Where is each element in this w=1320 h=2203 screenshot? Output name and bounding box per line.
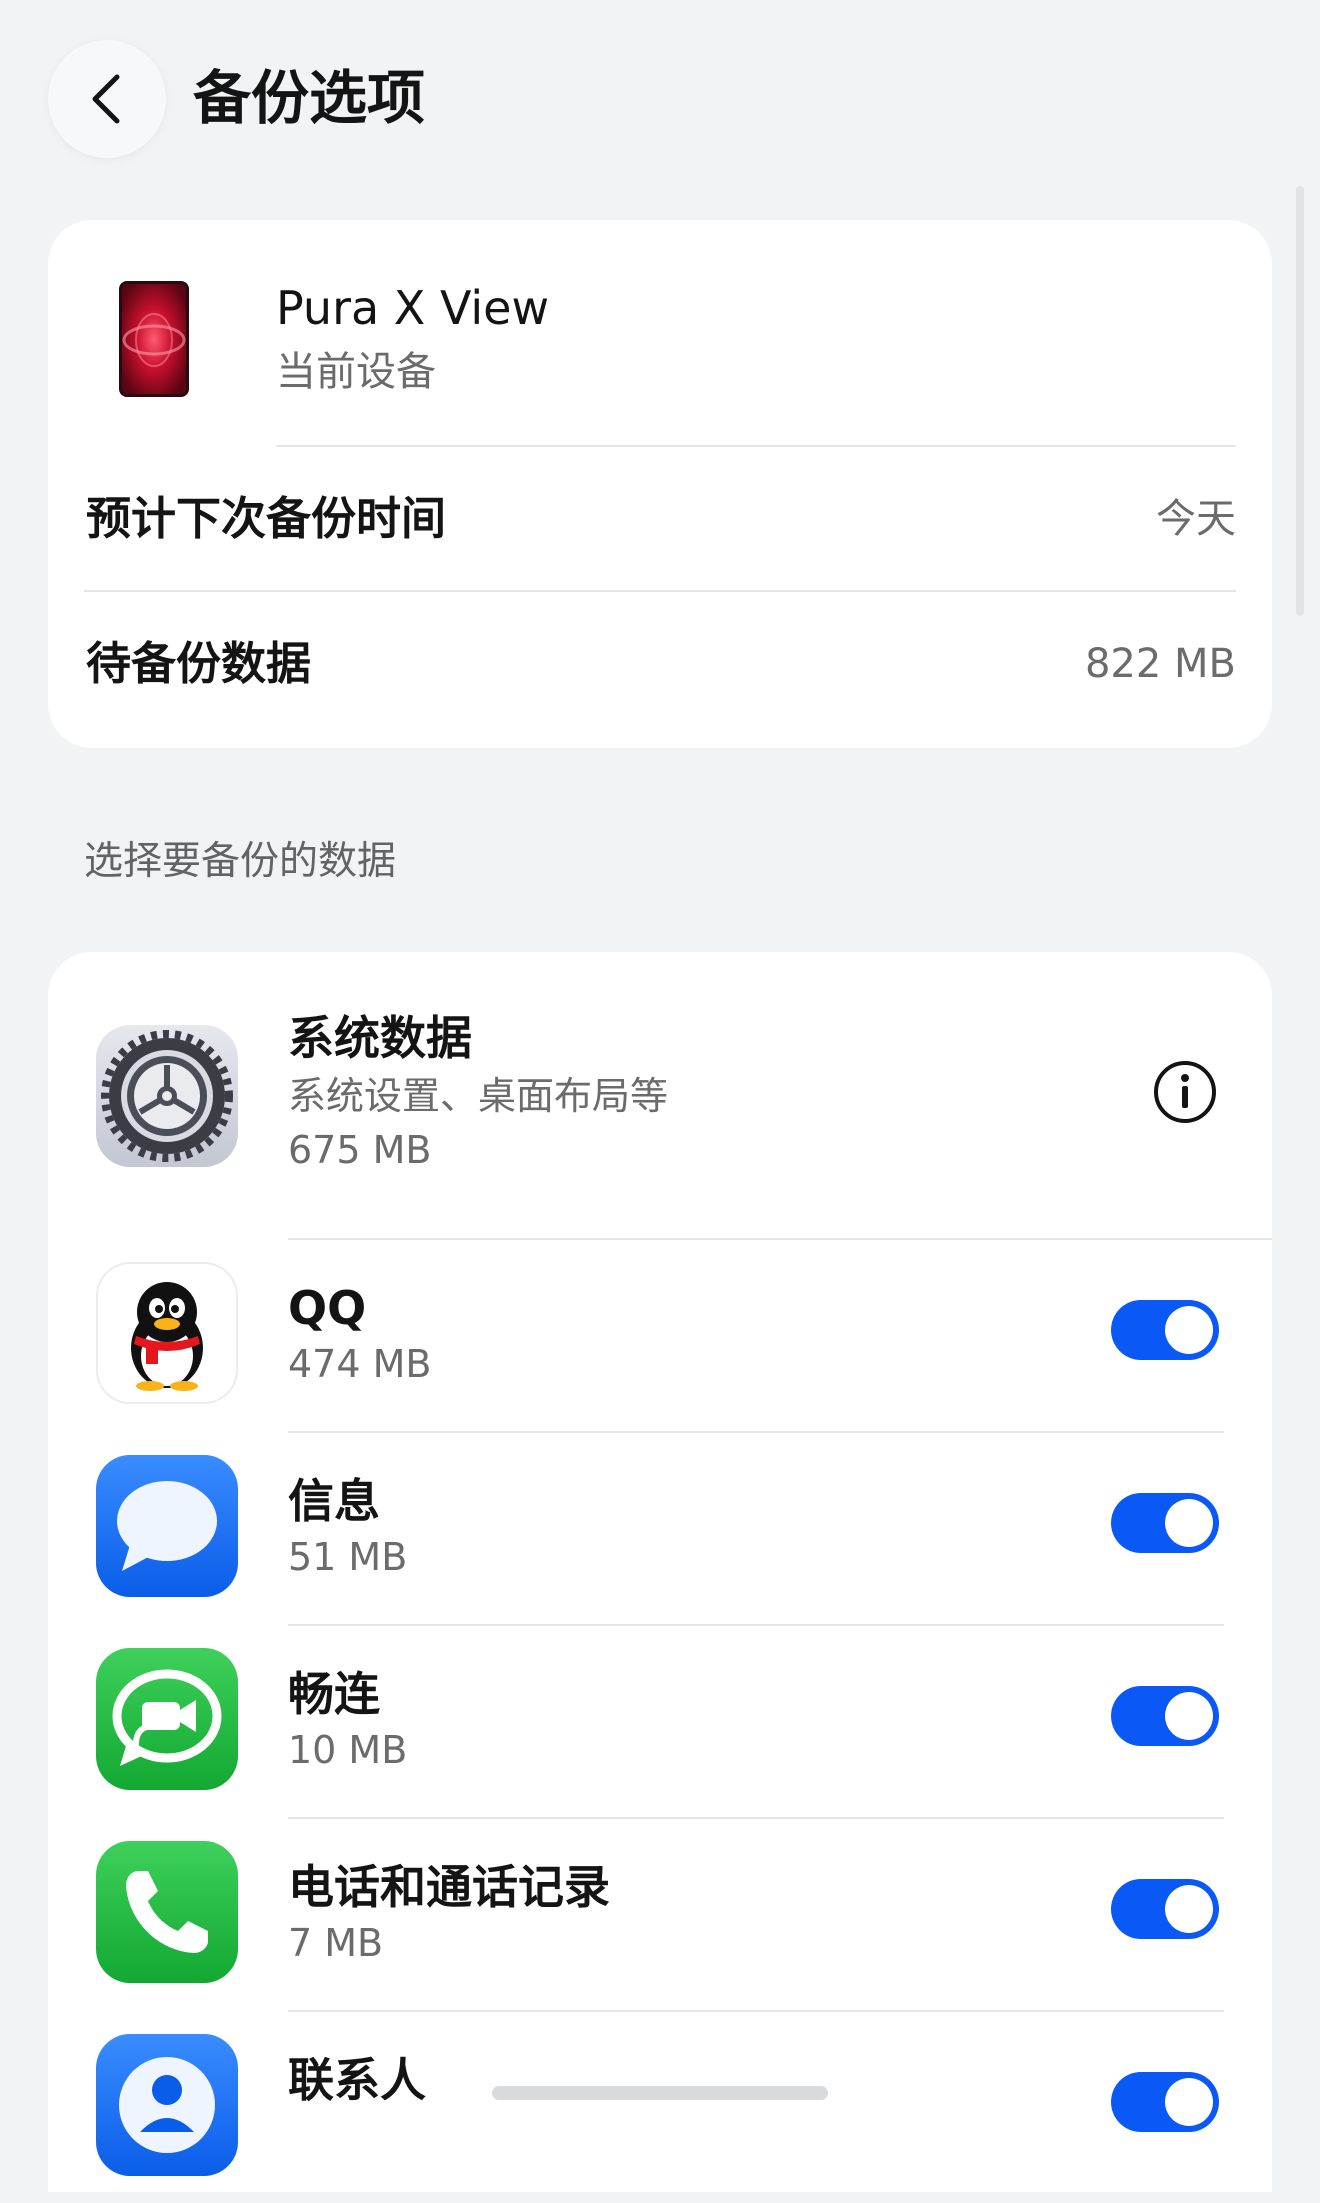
qq-penguin-icon [96, 1262, 238, 1404]
app-name: 电话和通话记录 [288, 1860, 610, 1914]
phone-backup-toggle[interactable] [1111, 1879, 1219, 1939]
app-name: 信息 [288, 1474, 380, 1528]
app-name: 畅连 [288, 1667, 380, 1721]
chevron-left-icon [92, 74, 120, 124]
app-name: QQ [288, 1281, 367, 1335]
back-button[interactable] [48, 40, 166, 158]
device-subtitle: 当前设备 [276, 349, 436, 395]
messages-bubble-icon [96, 1455, 238, 1597]
header: 备份选项 [0, 0, 1320, 200]
home-indicator[interactable] [492, 2086, 828, 2100]
list-item-meetime[interactable]: 畅连 10 MB [48, 1624, 1272, 1817]
toggle-knob [1165, 2078, 1213, 2126]
device-card: Pura X View 当前设备 预计下次备份时间 今天 待备份数据 822 M… [48, 220, 1272, 748]
app-name: 联系人 [288, 2053, 426, 2107]
info-icon[interactable] [1152, 1059, 1218, 1125]
scrollbar[interactable] [1296, 186, 1304, 616]
list-item-contacts[interactable]: 联系人 [48, 2010, 1272, 2203]
app-size: 51 MB [288, 1535, 408, 1579]
device-name: Pura X View [276, 281, 550, 335]
toggle-knob [1165, 1885, 1213, 1933]
app-name: 系统数据 [288, 1011, 472, 1065]
meetime-video-icon [96, 1648, 238, 1790]
app-size: 675 MB [288, 1128, 432, 1172]
contacts-backup-toggle[interactable] [1111, 2072, 1219, 2132]
section-title: 选择要备份的数据 [84, 839, 397, 884]
messages-backup-toggle[interactable] [1111, 1493, 1219, 1553]
meetime-backup-toggle[interactable] [1111, 1686, 1219, 1746]
toggle-knob [1165, 1306, 1213, 1354]
divider [276, 445, 1236, 447]
apps-card: 系统数据 系统设置、桌面布局等 675 MB QQ 474 MB 信息 51 M… [48, 952, 1272, 2192]
pending-data-value: 822 MB [1084, 641, 1236, 687]
settings-gear-icon [96, 1025, 238, 1167]
toggle-knob [1165, 1692, 1213, 1740]
list-item-qq[interactable]: QQ 474 MB [48, 1238, 1272, 1431]
app-description: 系统设置、桌面布局等 [288, 1074, 669, 1118]
app-size: 7 MB [288, 1921, 384, 1965]
qq-backup-toggle[interactable] [1111, 1300, 1219, 1360]
app-size: 10 MB [288, 1728, 408, 1772]
device-phone-icon [119, 281, 189, 397]
list-item-system-data[interactable]: 系统数据 系统设置、桌面布局等 675 MB [48, 952, 1272, 1238]
toggle-knob [1165, 1499, 1213, 1547]
app-size: 474 MB [288, 1342, 432, 1386]
list-item-phone[interactable]: 电话和通话记录 7 MB [48, 1817, 1272, 2010]
next-backup-value: 今天 [1156, 496, 1236, 542]
list-item-messages[interactable]: 信息 51 MB [48, 1431, 1272, 1624]
pending-data-label: 待备份数据 [86, 637, 312, 690]
divider [84, 590, 1236, 592]
contacts-person-icon [96, 2034, 238, 2176]
phone-handset-icon [96, 1841, 238, 1983]
page-title: 备份选项 [193, 64, 426, 132]
next-backup-label: 预计下次备份时间 [86, 492, 447, 545]
